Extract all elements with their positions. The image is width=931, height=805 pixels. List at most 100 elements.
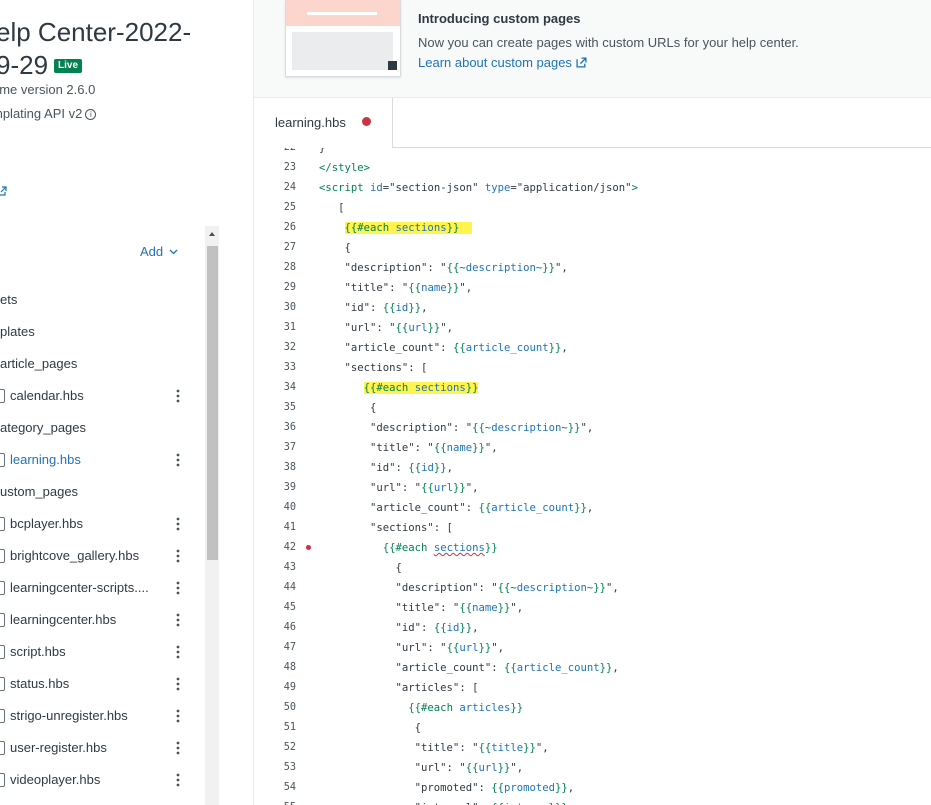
kebab-menu-icon[interactable]	[176, 677, 180, 691]
file-name: script.hbs	[10, 644, 66, 659]
folder-item[interactable]: article_pages	[0, 354, 77, 374]
code-token: {{~	[497, 582, 517, 594]
kebab-menu-icon[interactable]	[176, 741, 180, 755]
code-token: }}	[523, 742, 536, 754]
add-file-button[interactable]: Add	[140, 244, 178, 259]
kebab-menu-icon[interactable]	[176, 389, 180, 403]
code-line: 48 "article_count": {{article_count}},	[254, 658, 931, 678]
code-line: 35 {	[254, 398, 931, 418]
file-name: bcplayer.hbs	[10, 516, 83, 531]
line-number: 55	[270, 798, 296, 805]
code-token: articles	[459, 702, 511, 714]
file-item[interactable]: learningcenter-scripts....	[0, 578, 200, 598]
line-number: 23	[283, 162, 296, 173]
line-number: 53	[283, 762, 296, 773]
code-line: 49 "articles": [	[254, 678, 931, 698]
code-token: {{	[408, 282, 422, 294]
theme-version: eme version 2.6.0	[0, 82, 96, 97]
line-number: 47	[283, 642, 296, 653]
line-number: 28	[283, 262, 296, 273]
file-item[interactable]: calendar.hbs	[0, 386, 200, 406]
file-item[interactable]: videoplayer.hbs	[0, 770, 200, 790]
templating-api: mplating API v2 i	[0, 106, 97, 121]
code-editor[interactable]: 22}23</style>24<script id="section-json"…	[254, 148, 931, 805]
kebab-menu-icon[interactable]	[176, 453, 180, 467]
code-line: 39 "url": "{{url}}",	[254, 478, 931, 498]
file-name: brightcove_gallery.hbs	[10, 548, 140, 563]
info-icon[interactable]: i	[85, 109, 97, 120]
code-line: 24 <script id="section-json" type="applic…	[254, 178, 931, 198]
code-line: 27 {	[254, 238, 931, 258]
code-token: promoted	[503, 782, 556, 794]
code-token: "sections": [	[319, 362, 428, 374]
code-token: "title": "	[319, 442, 434, 454]
file-item[interactable]: brightcove_gallery.hbs	[0, 546, 200, 566]
code-token: }}	[446, 282, 460, 294]
code-token: }}	[408, 302, 422, 314]
code-line: 38 "id": {{id}},	[254, 458, 931, 478]
code-line: 28 "description": "{{~description~}}",	[254, 258, 931, 278]
file-item[interactable]: user-register.hbs	[0, 738, 200, 758]
tab-label: learning.hbs	[275, 115, 346, 130]
code-text: {{#each sections}}	[319, 378, 479, 398]
file-item[interactable]: bcplayer.hbs	[0, 514, 200, 534]
code-token: description	[516, 582, 587, 594]
scroll-thumb[interactable]	[207, 246, 218, 560]
file-item[interactable]: learningcenter.hbs	[0, 610, 200, 630]
file-item[interactable]: script.hbs	[0, 642, 200, 662]
line-number: 38	[283, 462, 296, 473]
code-token: url	[459, 642, 479, 654]
code-line: 34 {{#each sections}}	[254, 378, 931, 398]
code-text: {	[319, 558, 402, 578]
code-token: id	[370, 182, 383, 194]
code-text: "article_count": {{article_count}},	[319, 498, 593, 518]
code-token: ",	[606, 582, 619, 594]
code-token: [	[319, 202, 345, 214]
line-number: 44	[283, 582, 296, 593]
code-token: ="section-json"	[382, 182, 485, 194]
code-text: "promoted": {{promoted}},	[319, 778, 575, 798]
code-token: {{	[465, 762, 479, 774]
kebab-menu-icon[interactable]	[176, 709, 180, 723]
file-icon	[0, 389, 5, 403]
code-token: description	[465, 262, 536, 274]
code-token: ,	[472, 622, 479, 634]
file-item[interactable]: strigo-unregister.hbs	[0, 706, 200, 726]
code-text: "description": "{{~description~}}",	[319, 418, 593, 438]
banner-link-label: Learn about custom pages	[418, 55, 572, 70]
kebab-menu-icon[interactable]	[176, 645, 180, 659]
file-icon	[0, 517, 5, 531]
kebab-menu-icon[interactable]	[176, 549, 180, 563]
folder-item[interactable]: plates	[0, 322, 35, 342]
code-token: {{	[433, 442, 447, 454]
kebab-menu-icon[interactable]	[176, 773, 180, 787]
scroll-up-arrow-icon[interactable]	[205, 226, 219, 242]
file-item[interactable]: status.hbs	[0, 674, 200, 694]
kebab-menu-icon[interactable]	[176, 517, 180, 531]
tab-learning-hbs[interactable]: learning.hbs	[254, 98, 393, 147]
code-line: 45 "title": "{{name}}",	[254, 598, 931, 618]
line-number: 40	[283, 502, 296, 513]
folder-item[interactable]: ustom_pages	[0, 482, 78, 502]
code-line: 44 "description": "{{~description~}}",	[254, 578, 931, 598]
folder-item[interactable]: ategory_pages	[0, 418, 86, 438]
code-token: url	[408, 322, 428, 334]
line-number: 43	[283, 562, 296, 573]
folder-item[interactable]: ets	[0, 290, 17, 310]
kebab-menu-icon[interactable]	[176, 613, 180, 627]
code-token: url	[433, 482, 453, 494]
banner-title: Introducing custom pages	[418, 11, 581, 26]
code-token: type	[484, 182, 511, 194]
code-text: "url": "{{url}}",	[319, 758, 523, 778]
file-name: user-register.hbs	[10, 740, 107, 755]
add-label: Add	[140, 244, 164, 259]
code-token: }}	[433, 462, 447, 474]
file-item[interactable]: learning.hbs	[0, 450, 200, 470]
code-token: {	[319, 722, 422, 734]
learn-custom-pages-link[interactable]: Learn about custom pages	[418, 55, 587, 70]
kebab-menu-icon[interactable]	[176, 581, 180, 595]
external-link-icon[interactable]	[0, 186, 7, 196]
code-token: </style>	[319, 162, 371, 174]
